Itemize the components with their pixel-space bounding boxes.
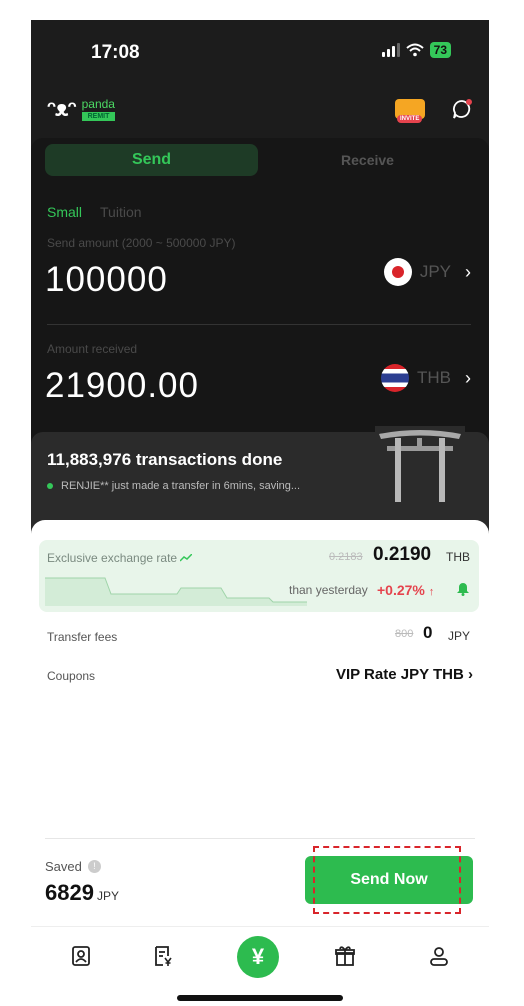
- arrow-up-icon: ↑: [428, 586, 435, 598]
- rate-currency: THB: [446, 550, 470, 564]
- subtab-tuition[interactable]: Tuition: [100, 204, 142, 220]
- contacts-icon[interactable]: [61, 936, 101, 976]
- brand-sub: REMIT: [81, 111, 116, 121]
- home-indicator: [177, 995, 343, 1001]
- invite-button[interactable]: INVITE: [393, 95, 427, 125]
- status-time: 17:08: [91, 42, 140, 63]
- receive-currency-code: THB: [417, 368, 451, 387]
- exchange-rate-label: Exclusive exchange rate: [47, 551, 193, 565]
- highlight-box: [313, 846, 461, 914]
- received-amount-label: Amount received: [47, 342, 138, 356]
- divider: [47, 324, 471, 325]
- invite-label: INVITE: [397, 115, 423, 123]
- divider: [45, 838, 475, 839]
- rate-change: +0.27% ↑: [377, 582, 434, 598]
- battery-icon: 73: [429, 42, 451, 58]
- app-screen: 17:08 73 ᵔᴥᵔ panda REMIT INVITE Send Rec…: [31, 20, 489, 1006]
- coupon-selector[interactable]: VIP Rate JPY THB ›: [336, 666, 473, 683]
- send-amount-label: Send amount (2000 ~ 500000 JPY): [47, 236, 236, 250]
- promo-ticker: RENJIE** just made a transfer in 6mins, …: [47, 480, 300, 492]
- transfer-type-tabs: Small Tuition: [47, 204, 142, 220]
- old-rate: 0.2183: [329, 551, 363, 563]
- torii-gate-icon: [375, 426, 465, 504]
- profile-icon[interactable]: [419, 936, 459, 976]
- rate-change-value: +0.27%: [377, 582, 425, 598]
- chevron-right-icon: ›: [468, 666, 473, 683]
- send-amount-input[interactable]: 100000: [45, 260, 168, 300]
- panda-logo-icon: ᵔᴥᵔ: [47, 96, 77, 121]
- live-dot-icon: [47, 483, 53, 489]
- subtab-small[interactable]: Small: [47, 204, 82, 220]
- transfer-fees-label: Transfer fees: [47, 630, 118, 644]
- bell-icon[interactable]: [457, 582, 469, 596]
- wifi-icon: [405, 43, 424, 57]
- coupons-label: Coupons: [47, 669, 96, 683]
- chevron-right-icon: ›: [465, 367, 471, 388]
- trend-up-icon: [180, 554, 193, 562]
- gift-icon[interactable]: [325, 936, 365, 976]
- receive-currency-selector[interactable]: THB ›: [381, 364, 471, 392]
- status-icons: 73: [381, 42, 451, 58]
- received-amount-input[interactable]: 21900.00: [45, 366, 199, 406]
- tab-receive[interactable]: Receive: [260, 144, 475, 176]
- rate-history-sparkline: [45, 577, 307, 606]
- chevron-right-icon: ›: [465, 261, 471, 282]
- promo-ticker-text: RENJIE** just made a transfer in 6mins, …: [61, 480, 301, 492]
- info-icon[interactable]: !: [87, 860, 101, 873]
- bottom-nav: ¥: [31, 936, 489, 980]
- current-rate: 0.2190: [373, 544, 432, 565]
- send-currency-selector[interactable]: JPY ›: [383, 258, 471, 286]
- saved-label-text: Saved: [45, 859, 82, 874]
- japan-flag-icon: [383, 258, 412, 286]
- send-receive-tabs: Send Receive: [45, 144, 475, 178]
- fee-currency: JPY: [448, 629, 471, 643]
- divider: [31, 926, 489, 927]
- current-fee: 0: [423, 623, 433, 642]
- signal-icon: [381, 43, 400, 57]
- thailand-flag-icon: [381, 364, 409, 392]
- promo-title: 11,883,976 transactions done: [47, 450, 283, 469]
- old-fee: 800: [395, 628, 414, 640]
- yen-icon[interactable]: ¥: [237, 936, 279, 978]
- chat-icon[interactable]: [451, 98, 473, 120]
- than-yesterday-label: than yesterday: [289, 583, 368, 597]
- bill-icon[interactable]: [143, 936, 183, 976]
- brand-name: panda: [81, 96, 115, 111]
- saved-label: Saved !: [45, 859, 101, 874]
- tab-send[interactable]: Send: [45, 144, 258, 176]
- exchange-rate-label-text: Exclusive exchange rate: [47, 551, 178, 565]
- saved-value: 6829: [45, 880, 94, 905]
- coupon-value: VIP Rate JPY THB: [335, 666, 464, 683]
- panda-remit-logo: ᵔᴥᵔ panda REMIT: [47, 96, 116, 122]
- saved-amount: 6829 JPY: [45, 880, 119, 906]
- send-currency-code: JPY: [419, 262, 451, 281]
- saved-currency: JPY: [96, 889, 119, 903]
